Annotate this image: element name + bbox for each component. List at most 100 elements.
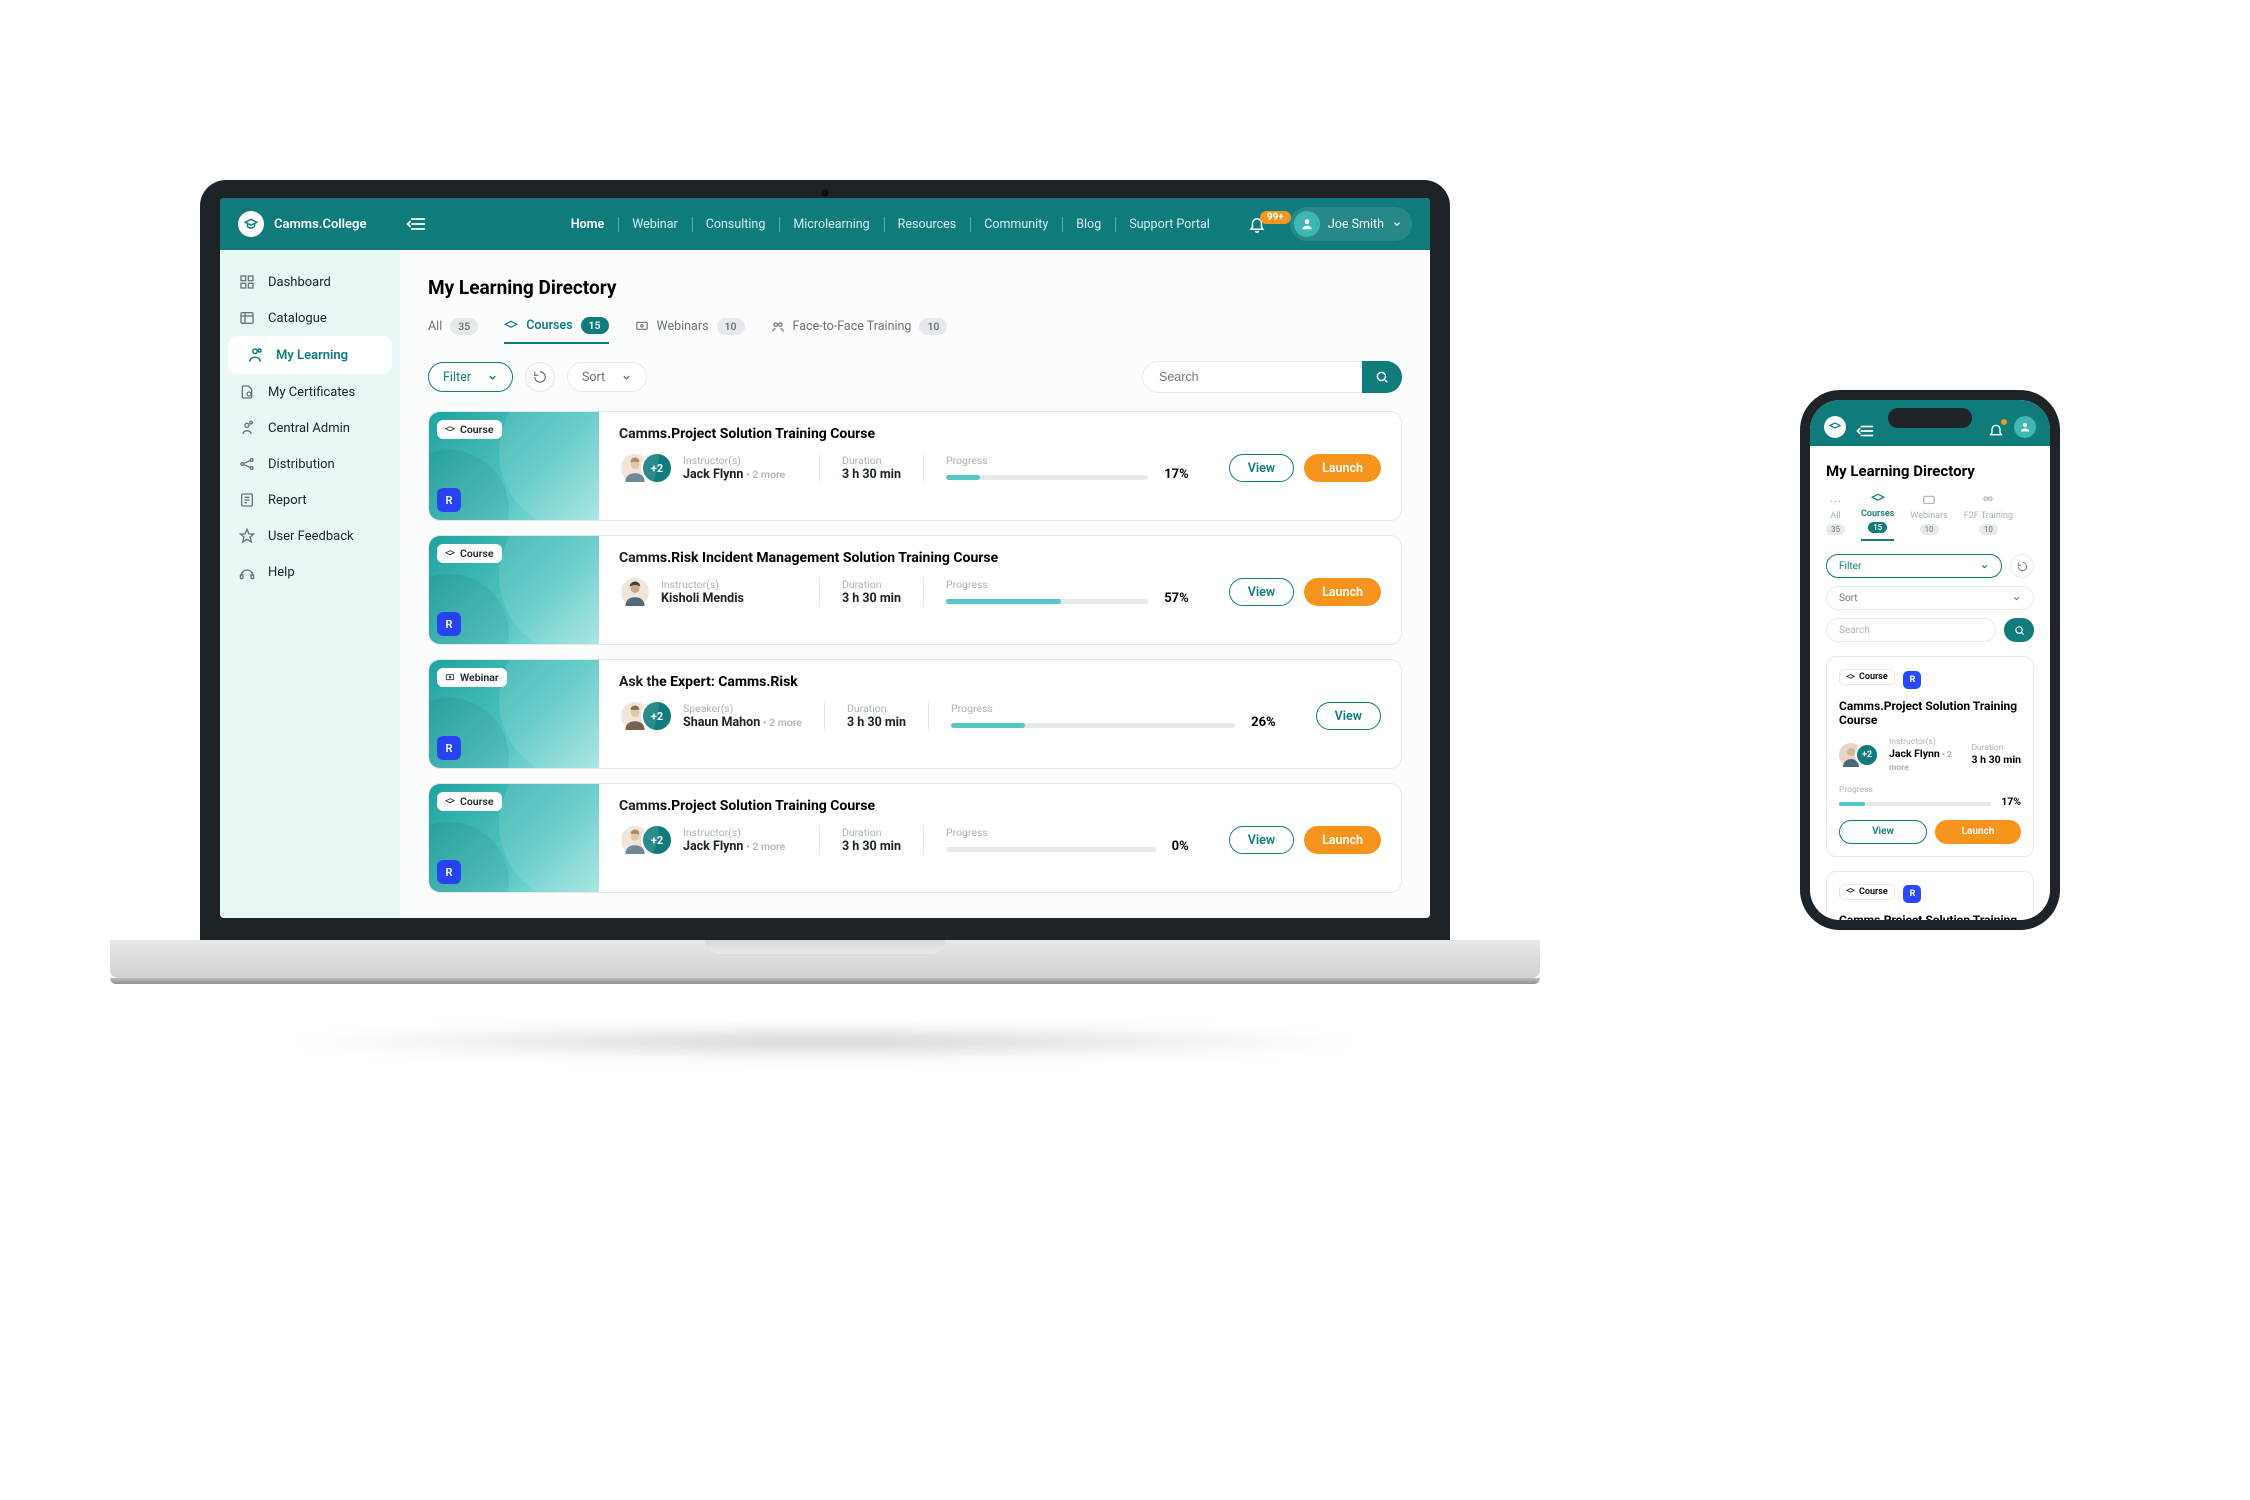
- sidebar-item-certificates[interactable]: My Certificates: [220, 374, 400, 410]
- sidebar-item-my-learning[interactable]: My Learning: [228, 336, 392, 374]
- notifications-button[interactable]: 99+: [1248, 215, 1266, 233]
- nav-home[interactable]: Home: [557, 213, 619, 236]
- search-button[interactable]: [2004, 618, 2034, 642]
- r-badge: R: [1903, 885, 1921, 903]
- duration-value: 3 h 30 min: [842, 467, 901, 482]
- collapse-sidebar-icon[interactable]: [406, 216, 426, 232]
- tab-f2f[interactable]: F2F Training10: [1964, 494, 2013, 541]
- type-badge: Webinar: [437, 668, 507, 687]
- search-input[interactable]: [1142, 361, 1362, 393]
- filter-dropdown[interactable]: Filter: [428, 362, 513, 392]
- user-menu[interactable]: Joe Smith: [1290, 207, 1412, 241]
- course-title: Camms.Risk Incident Management Solution …: [619, 550, 1381, 566]
- tab-courses[interactable]: Courses15: [1861, 492, 1894, 541]
- course-card: Course R Camms.Project Solution Training…: [1826, 656, 2034, 857]
- search-icon: [1375, 370, 1389, 384]
- tab-all[interactable]: ⋯ All35: [1826, 494, 1845, 541]
- instructor-label: Instructor(s): [683, 454, 785, 467]
- sidebar-item-report[interactable]: Report: [220, 482, 400, 518]
- instructor-label: Speaker(s): [683, 702, 802, 715]
- nav-webinar[interactable]: Webinar: [618, 213, 692, 236]
- view-button[interactable]: View: [1229, 454, 1294, 482]
- launch-button[interactable]: Launch: [1304, 454, 1381, 482]
- launch-button[interactable]: Launch: [1304, 826, 1381, 854]
- tab-webinars[interactable]: Webinars10: [1910, 494, 1947, 541]
- help-icon: [238, 564, 256, 580]
- type-badge: Course: [1839, 884, 1895, 900]
- notifications-badge: 99+: [1260, 211, 1291, 224]
- sort-dropdown[interactable]: Sort: [567, 362, 647, 392]
- chevron-down-icon: [1392, 219, 1402, 229]
- phone-mockup: My Learning Directory ⋯ All35 Courses15 …: [1800, 390, 2060, 930]
- chevron-down-icon: [621, 372, 632, 383]
- certificate-icon: [238, 384, 256, 400]
- course-list: Course R Camms.Project Solution Training…: [428, 411, 1402, 893]
- duration-label: Duration: [847, 702, 906, 715]
- sidebar-item-feedback[interactable]: User Feedback: [220, 518, 400, 554]
- refresh-icon: [533, 370, 547, 384]
- dashboard-icon: [238, 274, 256, 290]
- instructor-name: Kisholi Mendis: [661, 591, 744, 606]
- course-card: Course R Camms.Project Solution Training…: [428, 411, 1402, 521]
- sidebar-item-catalogue[interactable]: Catalogue: [220, 300, 400, 336]
- nav-consulting[interactable]: Consulting: [692, 213, 780, 236]
- tab-courses[interactable]: Courses 15: [504, 317, 608, 344]
- progress-percent: 57%: [1164, 591, 1189, 606]
- brand-logo-icon[interactable]: [1824, 416, 1846, 438]
- notifications-button[interactable]: [1988, 422, 2004, 438]
- view-button[interactable]: View: [1229, 578, 1294, 606]
- my-learning-icon: [246, 346, 264, 364]
- sidebar-item-help[interactable]: Help: [220, 554, 400, 590]
- progress-bar: [946, 847, 1156, 852]
- course-title: Camms.Project Solution Training Course: [1839, 699, 2021, 727]
- page-title: My Learning Directory: [1826, 462, 2034, 480]
- filter-dropdown[interactable]: Filter: [1826, 554, 2002, 578]
- launch-button[interactable]: Launch: [1304, 578, 1381, 606]
- reset-filter-button[interactable]: [525, 362, 555, 392]
- laptop-mockup: Camms.College Home Webinar Consulting Mi…: [180, 180, 1470, 1060]
- tab-webinars[interactable]: Webinars 10: [635, 318, 745, 343]
- course-thumbnail: Webinar R: [429, 660, 599, 768]
- directory-tabs: All 35 Courses 15 Webinars 10: [428, 317, 1402, 345]
- phone-tabs: ⋯ All35 Courses15 Webinars10 F2F Trainin…: [1826, 492, 2034, 542]
- progress-label: Progress: [946, 454, 1189, 467]
- r-badge: R: [437, 612, 461, 636]
- sidebar-item-dashboard[interactable]: Dashboard: [220, 264, 400, 300]
- search-input[interactable]: Search: [1826, 618, 1996, 642]
- more-avatars-badge: +2: [1855, 743, 1879, 767]
- nav-microlearning[interactable]: Microlearning: [779, 213, 883, 236]
- top-navbar: Camms.College Home Webinar Consulting Mi…: [220, 198, 1430, 250]
- sidebar-item-admin[interactable]: Central Admin: [220, 410, 400, 446]
- brand[interactable]: Camms.College: [238, 211, 366, 237]
- nav-resources[interactable]: Resources: [884, 213, 971, 236]
- view-button[interactable]: View: [1316, 702, 1381, 730]
- user-avatar-icon[interactable]: [2014, 416, 2036, 438]
- view-button[interactable]: View: [1229, 826, 1294, 854]
- menu-icon[interactable]: [1856, 424, 1874, 438]
- type-badge: Course: [437, 792, 502, 811]
- course-thumbnail: Course R: [429, 412, 599, 520]
- r-badge: R: [437, 736, 461, 760]
- tab-all[interactable]: All 35: [428, 318, 478, 343]
- instructor-name: Jack Flynn • 2 more: [683, 839, 785, 854]
- instructor-label: Instructor(s): [683, 826, 785, 839]
- progress-percent: 17%: [1164, 467, 1189, 482]
- search-button[interactable]: [1362, 361, 1402, 393]
- nav-community[interactable]: Community: [970, 213, 1062, 236]
- webinar-icon: [635, 320, 649, 334]
- user-avatar-icon: [1294, 211, 1320, 237]
- view-button[interactable]: View: [1839, 820, 1927, 844]
- type-badge: Course: [1839, 669, 1895, 685]
- reset-filter-button[interactable]: [2010, 554, 2034, 578]
- sidebar: Dashboard Catalogue My Learning My Certi…: [220, 250, 400, 918]
- progress-bar: [946, 475, 1148, 480]
- nav-blog[interactable]: Blog: [1062, 213, 1115, 236]
- tab-f2f[interactable]: Face-to-Face Training 10: [771, 318, 948, 343]
- launch-button[interactable]: Launch: [1935, 820, 2021, 844]
- progress-label: Progress: [946, 826, 1189, 839]
- duration-label: Duration: [842, 454, 901, 467]
- sort-dropdown[interactable]: Sort: [1826, 586, 2034, 610]
- progress-bar: [946, 599, 1148, 604]
- nav-support[interactable]: Support Portal: [1115, 213, 1224, 236]
- sidebar-item-distribution[interactable]: Distribution: [220, 446, 400, 482]
